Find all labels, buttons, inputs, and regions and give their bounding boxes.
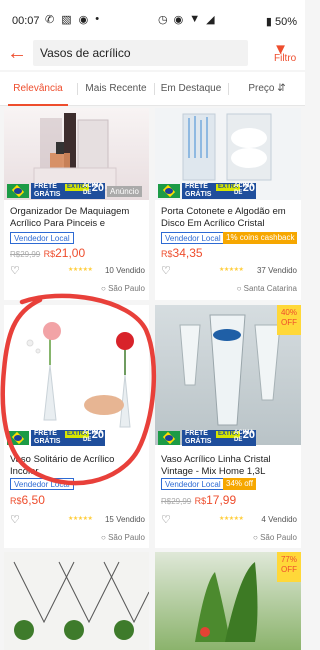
- wifi-icon: ▼: [189, 13, 201, 25]
- search-input[interactable]: Vasos de acrílico: [33, 40, 248, 66]
- product-price: R$29,99 R$17,99: [161, 493, 237, 507]
- tab-relevancia[interactable]: Relevância: [0, 72, 76, 106]
- sold-count: 4 Vendido: [261, 515, 297, 524]
- local-seller-badge: Vendedor Local: [10, 478, 74, 490]
- discount-tag: 40% OFF: [277, 305, 301, 335]
- sold-count: 10 Vendido: [104, 266, 145, 275]
- brazil-flag-icon: [7, 431, 29, 445]
- favorite-heart-icon[interactable]: ♡: [10, 264, 20, 277]
- favorite-heart-icon[interactable]: ♡: [161, 513, 171, 526]
- sold-count: 15 Vendido: [104, 515, 145, 524]
- product-card[interactable]: 77% OFF: [155, 552, 301, 650]
- discount-tag: 77% OFF: [277, 552, 301, 582]
- rating-stars-icon: ★★★★★: [68, 267, 93, 273]
- filter-button[interactable]: ▼ Filtro: [258, 42, 303, 64]
- free-shipping-banner: FRETE GRÁTIS EXTRA ACIMA DE 20 Anúncio: [4, 181, 149, 201]
- favorite-heart-icon[interactable]: ♡: [10, 513, 20, 526]
- hanging-planters-illustration: [13, 561, 149, 640]
- free-shipping-banner: FRETE GRÁTIS EXTRA ACIMA DE 20: [155, 428, 301, 448]
- product-price: R$29,99 R$21,00: [10, 246, 86, 260]
- product-card[interactable]: FRETE GRÁTIS EXTRA ACIMA DE 20 Vaso Solitári…: [4, 305, 149, 548]
- product-title: Organizador De Maquiagem Acrílico Para P…: [10, 206, 130, 229]
- ad-label: Anúncio: [107, 185, 142, 197]
- tab-mais-recente[interactable]: Mais Recente: [78, 72, 154, 106]
- product-image: [4, 552, 149, 650]
- brazil-flag-icon: [7, 184, 29, 198]
- product-card[interactable]: [4, 552, 149, 650]
- status-bar: 00:07 ✆ ▧ ◉ • ◷ ◉ ▼ ◢ ▮ 50%: [0, 0, 305, 40]
- rating-stars-icon: ★★★★★: [219, 516, 244, 522]
- battery-level: ▮ 50%: [265, 16, 297, 28]
- tab-preco[interactable]: Preço ⇵: [229, 72, 305, 106]
- location-icon: ◉: [173, 14, 184, 26]
- alarm-icon: ◷: [158, 14, 168, 26]
- brazil-flag-icon: [158, 431, 180, 445]
- product-card[interactable]: FRETE GRÁTIS EXTRA ACIMA DE 20 Porta Cotonet…: [155, 108, 301, 300]
- product-image: [4, 305, 149, 445]
- product-location: ○ Santa Catarina: [236, 284, 297, 293]
- favorite-heart-icon[interactable]: ♡: [161, 264, 171, 277]
- sold-count: 37 Vendido: [256, 266, 297, 275]
- product-location: ○ São Paulo: [253, 533, 297, 542]
- notification-icon: •: [95, 13, 100, 25]
- product-card[interactable]: FRETE GRÁTIS EXTRA ACIMA DE 20 Anúncio Organ…: [4, 108, 149, 300]
- product-location: ○ São Paulo: [101, 284, 145, 293]
- search-header: ← Vasos de acrílico ▼ Filtro: [0, 40, 305, 70]
- back-arrow-icon[interactable]: ←: [7, 42, 27, 65]
- bud-vase-illustration: [26, 322, 134, 428]
- local-seller-badge: Vendedor Local: [10, 232, 74, 244]
- rating-stars-icon: ★★★★★: [219, 267, 244, 273]
- product-price: R$6,50: [10, 493, 45, 507]
- product-title: Vaso Acrílico Linha Cristal Vintage - Mi…: [161, 454, 271, 477]
- whatsapp-icon: ✆: [45, 14, 55, 26]
- free-shipping-banner: FRETE GRÁTIS EXTRA ACIMA DE 20: [4, 428, 149, 448]
- product-price: R$34,35: [161, 246, 203, 260]
- cashback-badge: 1% coins cashback: [223, 232, 298, 244]
- product-title: Vaso Solitário de Acrílico Incolor: [10, 454, 115, 477]
- local-seller-badge: Vendedor Local: [161, 478, 225, 490]
- clock: 00:07: [12, 15, 40, 27]
- sim-icon: ▧: [61, 14, 72, 26]
- product-card[interactable]: 40% OFF FRETE GRÁTIS EXTRA ACIMA DE 20 Vaso …: [155, 305, 301, 548]
- product-location: ○ São Paulo: [101, 533, 145, 542]
- off-badge: 34% off: [223, 478, 256, 490]
- signal-icon: ◢: [206, 14, 215, 26]
- brazil-flag-icon: [158, 184, 180, 198]
- local-seller-badge: Vendedor Local: [161, 232, 225, 244]
- camera-icon: ◉: [78, 14, 89, 26]
- rating-stars-icon: ★★★★★: [68, 516, 93, 522]
- sort-tabs: Relevância Mais Recente Em Destaque Preç…: [0, 72, 305, 106]
- sort-arrows-icon: ⇵: [277, 83, 286, 94]
- tab-em-destaque[interactable]: Em Destaque: [155, 72, 227, 106]
- free-shipping-banner: FRETE GRÁTIS EXTRA ACIMA DE 20: [155, 181, 301, 201]
- product-title: Porta Cotonete e Algodão em Disco Em Acr…: [161, 206, 286, 229]
